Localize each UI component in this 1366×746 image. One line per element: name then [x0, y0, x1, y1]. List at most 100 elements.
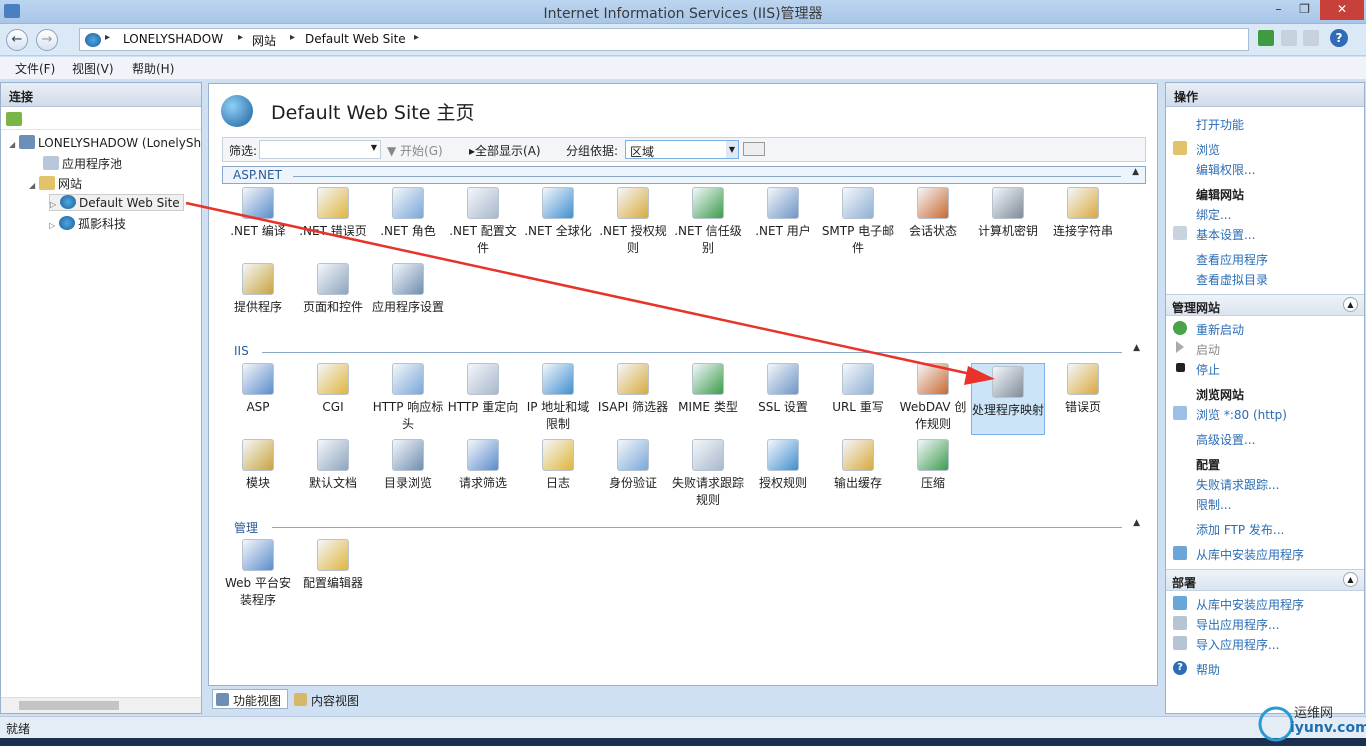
feature-iis-13[interactable]: 默认文档 [296, 439, 370, 492]
action-bindings[interactable]: 绑定... [1196, 206, 1231, 223]
feature-aspnet-0[interactable]: .NET 编译 [221, 187, 295, 240]
minimize-button[interactable]: – [1265, 0, 1292, 20]
tab-content-view[interactable]: 内容视图 [290, 689, 366, 709]
filter-input[interactable]: ▼ [259, 140, 381, 159]
breadcrumb-site[interactable]: Default Web Site [305, 32, 406, 46]
feature-iis-12[interactable]: 模块 [221, 439, 295, 492]
collapse-icon[interactable]: ▲ [1343, 572, 1358, 587]
feature-aspnet-3[interactable]: .NET 配置文件 [446, 187, 520, 257]
breadcrumb-sites[interactable]: 网站 [252, 32, 276, 49]
feature-iis-0[interactable]: ASP [221, 363, 295, 416]
group-by-select[interactable]: 区域 ▼ [625, 140, 739, 159]
tree-sites[interactable]: ◢ 网站 [29, 175, 82, 192]
tab-features-view[interactable]: 功能视图 [212, 689, 289, 709]
action-view-apps[interactable]: 查看应用程序 [1196, 251, 1268, 268]
feature-aspnet-5[interactable]: .NET 授权规则 [596, 187, 670, 257]
tree-server[interactable]: ◢ LONELYSHADOW (LonelySh [9, 135, 201, 150]
feature-aspnet-1[interactable]: .NET 错误页 [296, 187, 370, 240]
action-edit-permissions[interactable]: 编辑权限... [1196, 161, 1255, 178]
feature-iis-9[interactable]: WebDAV 创作规则 [896, 363, 970, 433]
action-add-ftp[interactable]: 添加 FTP 发布... [1196, 521, 1284, 538]
deploy-section[interactable]: 部署 ▲ [1166, 569, 1364, 591]
feature-iis-2[interactable]: HTTP 响应标头 [371, 363, 445, 433]
action-open-feature[interactable]: 打开功能 [1196, 116, 1244, 133]
show-all-button[interactable]: ▸全部显示(A) [469, 142, 541, 159]
refresh-icon[interactable] [1258, 30, 1274, 46]
feature-iis-11[interactable]: 错误页 [1046, 363, 1120, 416]
action-install-from-gallery[interactable]: 从库中安装应用程序 [1196, 546, 1304, 563]
feature-iis-6[interactable]: MIME 类型 [671, 363, 745, 416]
feature-iis-20[interactable]: 输出缓存 [821, 439, 895, 492]
feature-aspnet-8[interactable]: SMTP 电子邮件 [821, 187, 895, 257]
scroll-thumb[interactable] [19, 701, 119, 710]
feature-label: URL 重写 [832, 400, 884, 414]
action-limits[interactable]: 限制... [1196, 496, 1231, 513]
action-browse[interactable]: 浏览 [1196, 141, 1220, 158]
action-view-vdirs[interactable]: 查看虚拟目录 [1196, 271, 1268, 288]
menu-view[interactable]: 视图(V) [72, 60, 114, 77]
action-export-app[interactable]: 导出应用程序... [1196, 616, 1279, 633]
feature-aspnet-7[interactable]: .NET 用户 [746, 187, 820, 240]
feature-aspnet-11[interactable]: 连接字符串 [1046, 187, 1120, 240]
action-import-app[interactable]: 导入应用程序... [1196, 636, 1279, 653]
feature-iis-18[interactable]: 失败请求跟踪规则 [671, 439, 745, 509]
filter-go-button[interactable]: ▼ 开始(G) [387, 142, 443, 159]
group-aspnet-header[interactable]: ASP.NET ▲ [222, 166, 1146, 184]
close-button[interactable]: ✕ [1320, 0, 1364, 20]
feature-iis-10[interactable]: 处理程序映射 [971, 363, 1045, 435]
feature-aspnet-2[interactable]: .NET 角色 [371, 187, 445, 240]
group-mgmt-header[interactable]: 管理 ▲ [222, 518, 1146, 536]
action-stop[interactable]: 停止 [1196, 361, 1220, 378]
tree-default-web-site[interactable]: ▷ Default Web Site [49, 194, 184, 211]
feature-aspnet-13[interactable]: 页面和控件 [296, 263, 370, 316]
feature-iis-5[interactable]: ISAPI 筛选器 [596, 363, 670, 416]
new-connection-icon[interactable] [6, 112, 22, 126]
breadcrumb-server[interactable]: LONELYSHADOW [123, 32, 223, 46]
horizontal-scrollbar[interactable] [1, 697, 201, 713]
action-help[interactable]: 帮助 [1196, 661, 1220, 678]
feature-iis-17[interactable]: 身份验证 [596, 439, 670, 492]
tree-site-guying[interactable]: ▷ 孤影科技 [49, 215, 126, 232]
help-icon[interactable]: ? [1330, 29, 1348, 47]
tree-app-pools[interactable]: 应用程序池 [43, 155, 122, 172]
feature-iis-4[interactable]: IP 地址和域限制 [521, 363, 595, 433]
home-icon[interactable] [1303, 30, 1319, 46]
feature-aspnet-12[interactable]: 提供程序 [221, 263, 295, 316]
action-install-from-gallery-2[interactable]: 从库中安装应用程序 [1196, 596, 1304, 613]
stop-icon[interactable] [1281, 30, 1297, 46]
collapse-icon[interactable]: ▲ [1343, 297, 1358, 312]
feature-iis-8[interactable]: URL 重写 [821, 363, 895, 416]
feature-aspnet-6[interactable]: .NET 信任级别 [671, 187, 745, 257]
feature-iis-16[interactable]: 日志 [521, 439, 595, 492]
feature-label: MIME 类型 [678, 400, 738, 414]
action-restart[interactable]: 重新启动 [1196, 321, 1244, 338]
forward-button[interactable]: → [36, 29, 58, 51]
feature-mgmt-0[interactable]: Web 平台安装程序 [221, 539, 295, 609]
breadcrumb[interactable]: ▸ LONELYSHADOW ▸ 网站 ▸ Default Web Site ▸ [79, 28, 1249, 51]
feature-iis-3[interactable]: HTTP 重定向 [446, 363, 520, 416]
menu-file[interactable]: 文件(F) [15, 60, 55, 77]
feature-iis-1[interactable]: CGI [296, 363, 370, 416]
feature-aspnet-4[interactable]: .NET 全球化 [521, 187, 595, 240]
feature-icon [617, 439, 649, 471]
feature-iis-7[interactable]: SSL 设置 [746, 363, 820, 416]
feature-aspnet-14[interactable]: 应用程序设置 [371, 263, 445, 316]
back-button[interactable]: ← [6, 29, 28, 51]
group-iis-header[interactable]: IIS ▲ [222, 343, 1146, 361]
feature-aspnet-10[interactable]: 计算机密钥 [971, 187, 1045, 240]
feature-iis-14[interactable]: 目录浏览 [371, 439, 445, 492]
action-browse-80[interactable]: 浏览 *:80 (http) [1196, 406, 1287, 423]
action-basic-settings[interactable]: 基本设置... [1196, 226, 1255, 243]
action-advanced-settings[interactable]: 高级设置... [1196, 431, 1255, 448]
maximize-button[interactable]: ❐ [1291, 0, 1318, 20]
feature-mgmt-1[interactable]: 配置编辑器 [296, 539, 370, 592]
action-failed-request-tracing[interactable]: 失败请求跟踪... [1196, 476, 1279, 493]
feature-iis-19[interactable]: 授权规则 [746, 439, 820, 492]
feature-aspnet-9[interactable]: 会话状态 [896, 187, 970, 240]
action-start[interactable]: 启动 [1196, 341, 1220, 358]
feature-iis-15[interactable]: 请求筛选 [446, 439, 520, 492]
menu-help[interactable]: 帮助(H) [132, 60, 174, 77]
feature-iis-21[interactable]: 压缩 [896, 439, 970, 492]
manage-site-section[interactable]: 管理网站 ▲ [1166, 294, 1364, 316]
view-mode-icon[interactable] [743, 142, 765, 156]
